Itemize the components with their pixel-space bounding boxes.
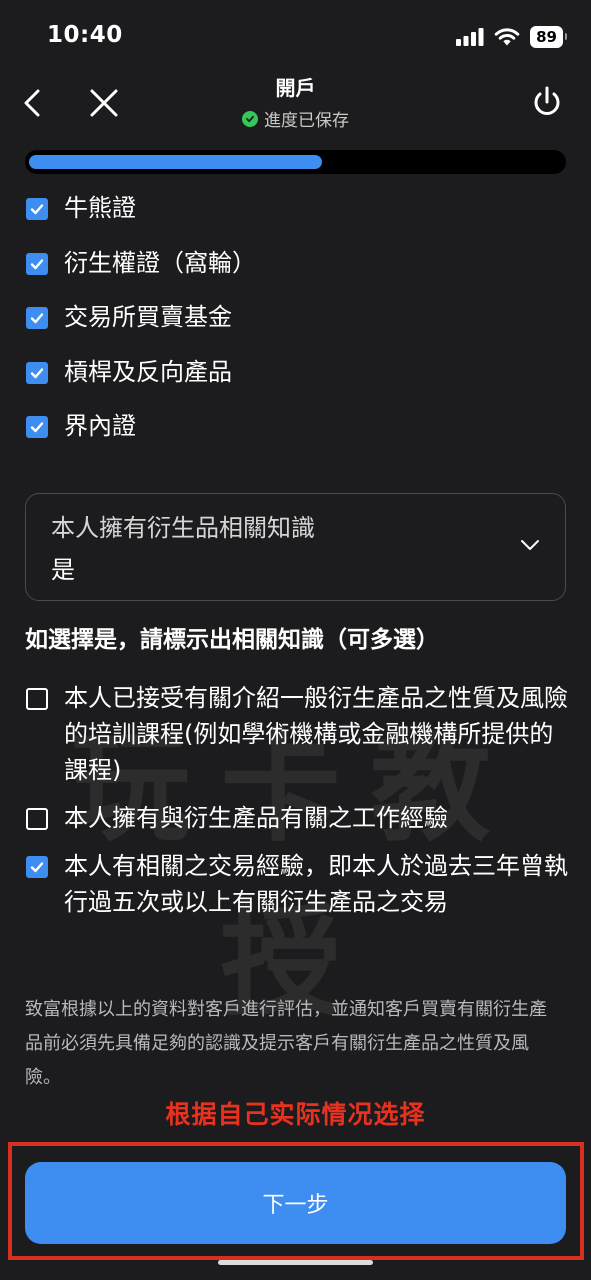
knowledge-option[interactable]: 本人擁有與衍生產品有關之工作經驗 xyxy=(25,800,570,836)
product-option-label: 槓桿及反向產品 xyxy=(64,357,232,386)
knowledge-option-label: 本人有相關之交易經驗，即本人於過去三年曾執行過五次或以上有關衍生產品之交易 xyxy=(64,852,568,916)
product-option[interactable]: 槓桿及反向產品 xyxy=(25,354,565,409)
knowledge-option-label: 本人擁有與衍生產品有關之工作經驗 xyxy=(64,804,448,832)
nav-bar: 開戶 進度已保存 xyxy=(0,70,591,140)
checkbox-checked-icon[interactable] xyxy=(26,361,48,384)
home-indicator xyxy=(218,1260,373,1265)
checkbox-unchecked-icon[interactable] xyxy=(26,808,48,830)
section-title: 如選擇是，請標示出相關知識（可多選） xyxy=(25,627,439,653)
cellular-signal-icon xyxy=(456,28,484,46)
wifi-icon xyxy=(494,27,520,45)
annotation-text: 根据自己实际情况选择 xyxy=(165,1100,426,1129)
checkbox-checked-icon[interactable] xyxy=(26,856,48,878)
product-option[interactable]: 界內證 xyxy=(25,408,565,463)
product-option[interactable]: 交易所買賣基金 xyxy=(25,299,565,354)
progress-bar xyxy=(25,150,566,174)
battery-indicator: 89 xyxy=(530,26,567,48)
product-option-label: 牛熊證 xyxy=(64,194,136,222)
next-step-button[interactable]: 下一步 xyxy=(25,1162,566,1244)
progress-fill xyxy=(29,155,323,169)
save-status: 進度已保存 xyxy=(0,106,591,131)
knowledge-select[interactable]: 本人擁有衍生品相關知識 是 xyxy=(25,493,566,601)
checkbox-checked-icon[interactable] xyxy=(26,198,48,220)
check-circle-icon xyxy=(242,110,258,127)
knowledge-select-label: 本人擁有衍生品相關知識 xyxy=(51,514,315,542)
page-title: 開戶 xyxy=(275,76,316,100)
product-option[interactable]: 衍生權證（窩輪） xyxy=(25,245,565,300)
product-checklist: 牛熊證衍生權證（窩輪） 交易所買賣基金 槓桿及反向產品 界內證 xyxy=(25,190,565,463)
status-bar: 10:40 89 xyxy=(0,0,591,70)
checkbox-checked-icon[interactable] xyxy=(26,307,48,329)
save-status-text: 進度已保存 xyxy=(264,111,349,131)
product-option-label: 衍生權證（窩輪） xyxy=(64,248,256,277)
product-option-label: 界內證 xyxy=(64,412,136,440)
power-icon[interactable] xyxy=(527,83,567,123)
knowledge-option[interactable]: 本人已接受有關介紹一般衍生產品之性質及風險的培訓課程(例如學術機構或金融機構所提… xyxy=(25,680,570,788)
knowledge-select-value: 是 xyxy=(51,556,75,584)
product-option-label: 交易所買賣基金 xyxy=(64,303,232,331)
chevron-down-icon xyxy=(521,540,539,550)
checkbox-unchecked-icon[interactable] xyxy=(26,688,48,710)
status-time: 10:40 xyxy=(47,22,123,48)
knowledge-checklist: 本人已接受有關介紹一般衍生產品之性質及風險的培訓課程(例如學術機構或金融機構所提… xyxy=(25,680,570,920)
disclaimer-text: 致富根據以上的資料對客戶進行評估，並通知客戶買賣有關衍生產品前必須先具備足夠的認… xyxy=(25,999,547,1088)
knowledge-option[interactable]: 本人有相關之交易經驗，即本人於過去三年曾執行過五次或以上有關衍生產品之交易 xyxy=(25,848,570,920)
status-icons: 89 xyxy=(456,24,567,50)
checkbox-checked-icon[interactable] xyxy=(26,416,48,438)
knowledge-option-label: 本人已接受有關介紹一般衍生產品之性質及風險的培訓課程(例如學術機構或金融機構所提… xyxy=(64,684,568,784)
product-option[interactable]: 牛熊證 xyxy=(25,190,565,245)
checkbox-checked-icon[interactable] xyxy=(26,252,48,275)
